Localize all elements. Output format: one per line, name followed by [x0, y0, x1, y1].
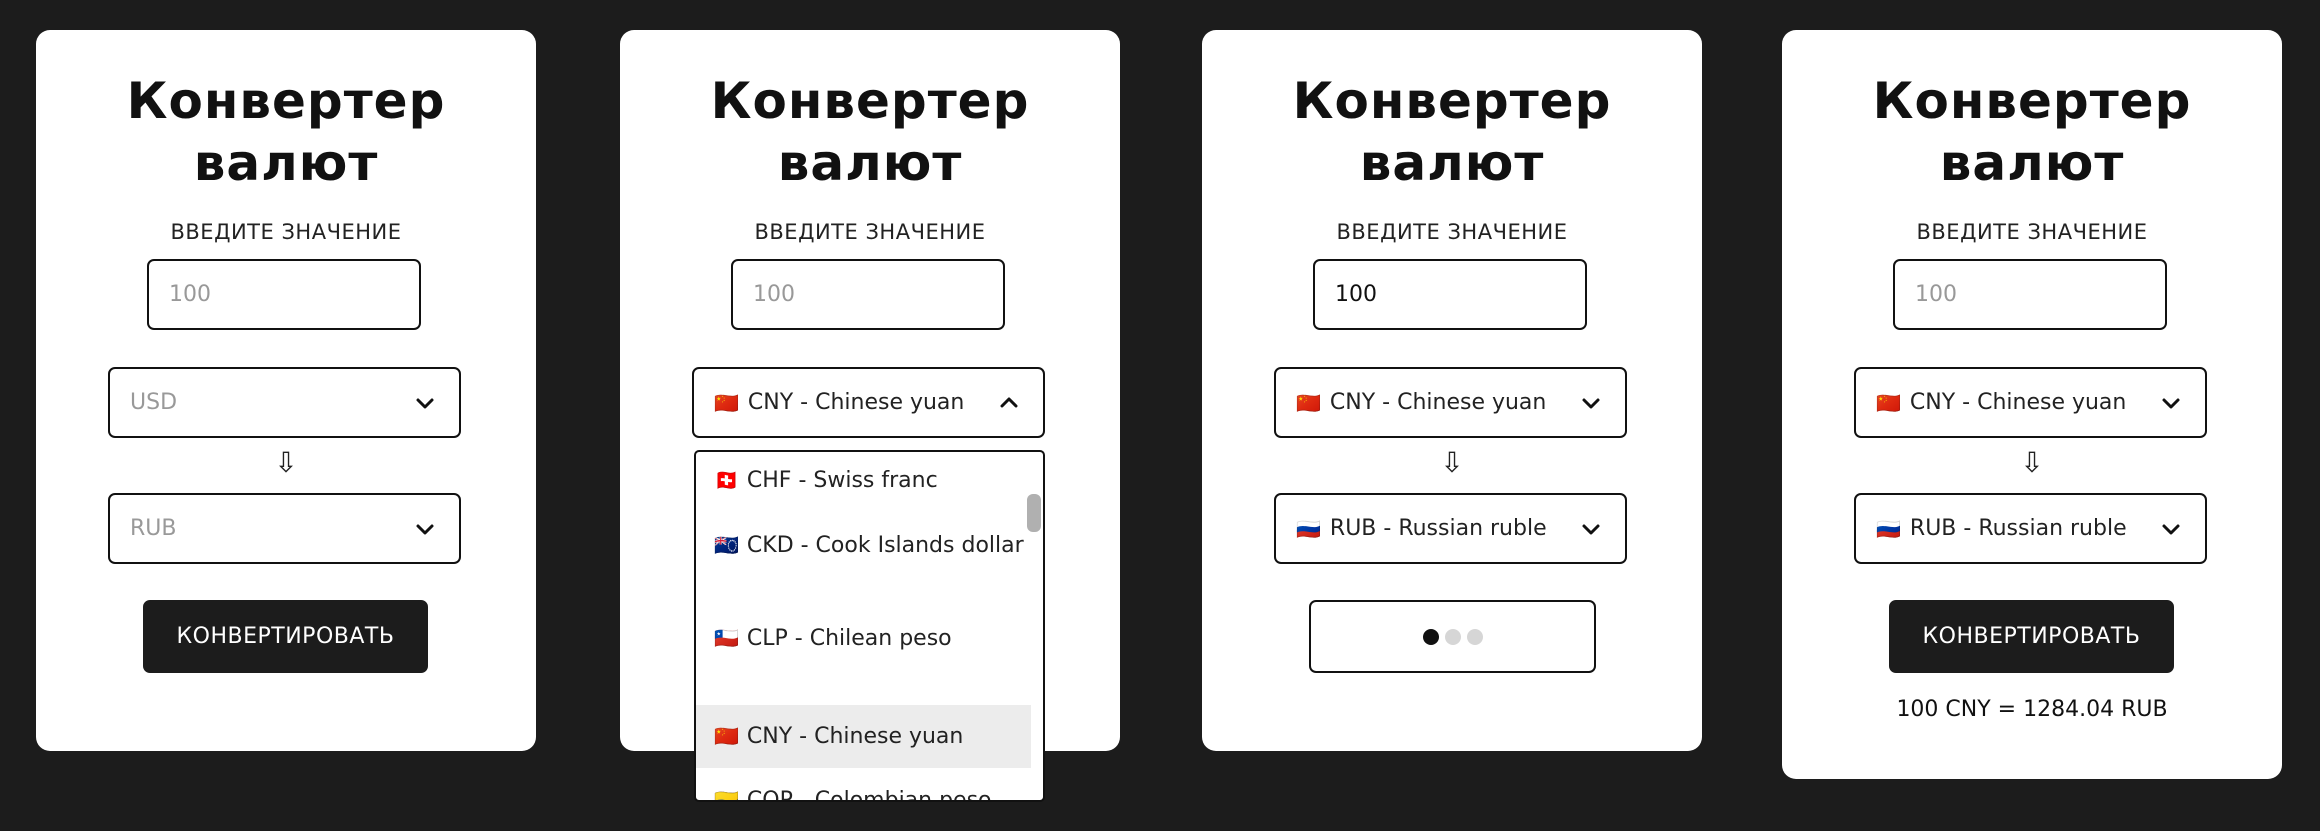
- chevron-down-icon: [416, 398, 434, 409]
- from-currency-select[interactable]: USD: [108, 367, 461, 438]
- chevron-down-icon: [1582, 524, 1600, 535]
- convert-button[interactable]: КОНВЕРТИРОВАТЬ: [143, 600, 428, 673]
- converter-card-2: Конвертер валют ВВЕДИТЕ ЗНАЧЕНИЕ 100 🇨🇳 …: [620, 30, 1120, 802]
- convert-button[interactable]: КОНВЕРТИРОВАТЬ: [1889, 600, 2174, 673]
- to-currency-value: RUB - Russian ruble: [1329, 516, 1547, 541]
- option-label: CNY - Chinese yuan: [746, 724, 964, 749]
- from-currency-value: CNY - Chinese yuan: [1909, 390, 2127, 415]
- flag-cn-icon: 🇨🇳: [714, 390, 739, 415]
- to-currency-value: RUB - Russian ruble: [1909, 516, 2127, 541]
- title-line-2: валют: [777, 134, 963, 192]
- swap-down-arrow-icon: ⇩: [274, 446, 298, 479]
- swap-down-arrow-icon: ⇩: [1440, 446, 1464, 479]
- convert-button-loading[interactable]: [1309, 600, 1596, 673]
- option-label: CLP - Chilean peso: [746, 626, 952, 651]
- amount-placeholder: 100: [753, 282, 795, 307]
- conversion-result: 100 CNY = 1284.04 RUB: [1896, 697, 2168, 722]
- page-title: Конвертер валют: [1782, 70, 2282, 194]
- option-cop[interactable]: 🇨🇴 COP - Colombian peso: [696, 786, 1031, 802]
- title-line-1: Конвертер: [710, 72, 1030, 130]
- amount-input[interactable]: 100: [1893, 259, 2167, 330]
- from-currency-select[interactable]: 🇨🇳 CNY - Chinese yuan: [1274, 367, 1627, 438]
- chevron-down-icon: [2162, 398, 2180, 409]
- option-clp[interactable]: 🇨🇱 CLP - Chilean peso: [696, 624, 1031, 653]
- option-label: CHF - Swiss franc: [746, 468, 938, 493]
- title-line-1: Конвертер: [1872, 72, 2192, 130]
- page-title: Конвертер валют: [1202, 70, 1702, 194]
- amount-placeholder: 100: [169, 282, 211, 307]
- flag-co-icon: 🇨🇴: [714, 788, 739, 802]
- amount-label: ВВЕДИТЕ ЗНАЧЕНИЕ: [1916, 220, 2148, 244]
- chevron-down-icon: [2162, 524, 2180, 535]
- option-chf[interactable]: 🇨🇭 CHF - Swiss franc: [696, 466, 1031, 495]
- converter-card-4: Конвертер валют ВВЕДИТЕ ЗНАЧЕНИЕ 100 🇨🇳 …: [1782, 30, 2282, 779]
- amount-value: 100: [1335, 282, 1377, 307]
- chevron-up-icon: [1000, 397, 1018, 408]
- option-label: CKD - Cook Islands dollar: [746, 533, 1024, 558]
- loading-dot: [1444, 628, 1461, 645]
- dropdown-scrollbar[interactable]: [1027, 494, 1041, 532]
- amount-placeholder: 100: [1915, 282, 1957, 307]
- from-currency-select[interactable]: 🇨🇳 CNY - Chinese yuan: [1854, 367, 2207, 438]
- currency-dropdown[interactable]: 🇨🇭 CHF - Swiss franc 🇨🇰 CKD - Cook Islands…: [694, 450, 1045, 802]
- from-currency-value: USD: [130, 390, 178, 415]
- option-cny[interactable]: 🇨🇳 CNY - Chinese yuan: [696, 705, 1031, 768]
- flag-ru-icon: 🇷🇺: [1876, 516, 1901, 541]
- amount-label: ВВЕДИТЕ ЗНАЧЕНИЕ: [170, 220, 402, 244]
- to-currency-select[interactable]: 🇷🇺 RUB - Russian ruble: [1274, 493, 1627, 564]
- page-title: Конвертер валют: [620, 70, 1120, 194]
- to-currency-value: RUB: [130, 516, 177, 541]
- to-currency-select[interactable]: 🇷🇺 RUB - Russian ruble: [1854, 493, 2207, 564]
- loading-dot: [1466, 628, 1483, 645]
- swap-down-arrow-icon: ⇩: [2020, 446, 2044, 479]
- title-line-2: валют: [1939, 134, 2125, 192]
- chevron-down-icon: [416, 524, 434, 535]
- amount-input[interactable]: 100: [1313, 259, 1587, 330]
- loading-dot: [1422, 628, 1439, 645]
- flag-cn-icon: 🇨🇳: [1876, 390, 1901, 415]
- to-currency-select[interactable]: RUB: [108, 493, 461, 564]
- title-line-1: Конвертер: [1292, 72, 1612, 130]
- title-line-1: Конвертер: [126, 72, 446, 130]
- amount-input[interactable]: 100: [731, 259, 1005, 330]
- amount-input[interactable]: 100: [147, 259, 421, 330]
- flag-ru-icon: 🇷🇺: [1296, 516, 1321, 541]
- flag-cn-icon: 🇨🇳: [1296, 390, 1321, 415]
- flag-cn-icon: 🇨🇳: [714, 724, 739, 748]
- option-ckd[interactable]: 🇨🇰 CKD - Cook Islands dollar: [696, 531, 1031, 560]
- flag-ch-icon: 🇨🇭: [714, 468, 739, 492]
- title-line-2: валют: [1359, 134, 1545, 192]
- flag-ck-icon: 🇨🇰: [714, 533, 739, 557]
- amount-label: ВВЕДИТЕ ЗНАЧЕНИЕ: [1336, 220, 1568, 244]
- flag-cl-icon: 🇨🇱: [714, 626, 739, 650]
- converter-card-1: Конвертер валют ВВЕДИТЕ ЗНАЧЕНИЕ 100 USD…: [36, 30, 536, 751]
- chevron-down-icon: [1582, 398, 1600, 409]
- title-line-2: валют: [193, 134, 379, 192]
- converter-card-3: Конвертер валют ВВЕДИТЕ ЗНАЧЕНИЕ 100 🇨🇳 …: [1202, 30, 1702, 751]
- from-currency-value: CNY - Chinese yuan: [1329, 390, 1547, 415]
- page-title: Конвертер валют: [36, 70, 536, 194]
- option-label: COP - Colombian peso: [746, 788, 992, 802]
- amount-label: ВВЕДИТЕ ЗНАЧЕНИЕ: [754, 220, 986, 244]
- from-currency-select[interactable]: 🇨🇳 CNY - Chinese yuan: [692, 367, 1045, 438]
- from-currency-value: CNY - Chinese yuan: [747, 390, 965, 415]
